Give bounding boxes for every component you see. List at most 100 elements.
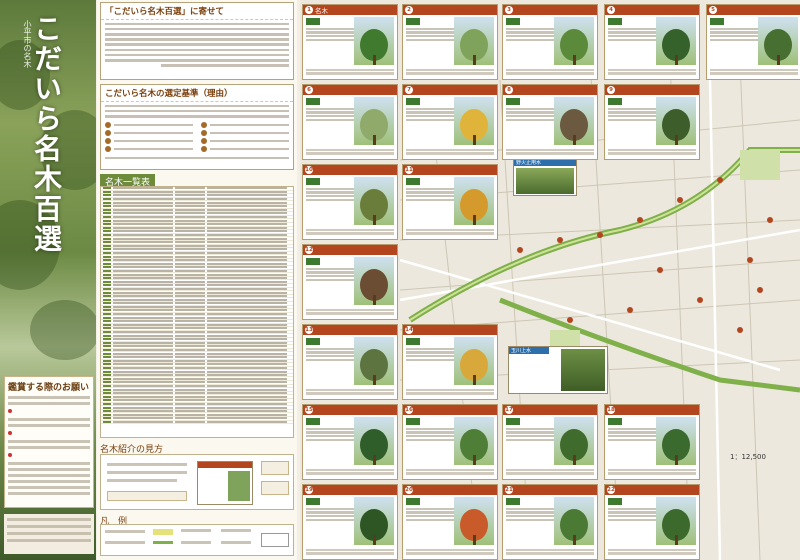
tree-card[interactable]: 21 [502, 484, 598, 560]
card-number: 4 [607, 6, 615, 14]
criteria-box: こだいら名木の選定基準（理由） [100, 84, 294, 170]
tree-photo [354, 257, 394, 305]
inset-label-2: 玉川上水 [509, 347, 549, 354]
card-header: 17 [503, 405, 597, 415]
tree-card[interactable]: 19 [302, 484, 398, 560]
tree-card[interactable]: 2 [402, 4, 498, 80]
inset-label: 野火止用水 [514, 159, 576, 166]
card-title: 名木 [315, 7, 328, 15]
card-header: 4 [605, 5, 699, 15]
card-header: 2 [403, 5, 497, 15]
card-number: 14 [405, 326, 413, 334]
tree-photo [554, 17, 594, 65]
map-legend [100, 524, 294, 556]
card-number: 6 [305, 86, 313, 94]
card-number: 2 [405, 6, 413, 14]
tree-card[interactable]: 8 [502, 84, 598, 160]
card-header: 9 [605, 85, 699, 95]
card-header: 13 [303, 325, 397, 335]
inset-photo-tamagawa: 玉川上水 [508, 346, 608, 394]
tree-card[interactable]: 17 [502, 404, 598, 480]
card-header: 7 [403, 85, 497, 95]
tree-card[interactable]: 4 [604, 4, 700, 80]
card-number: 10 [305, 166, 313, 174]
tree-photo [454, 97, 494, 145]
tree-card[interactable]: 7 [402, 84, 498, 160]
notice-heading: 鑑賞する際のお願い [8, 383, 90, 393]
card-number: 19 [305, 486, 313, 494]
inset-photo-nobidome: 野火止用水 [513, 158, 577, 196]
card-number: 13 [305, 326, 313, 334]
card-tag [306, 98, 321, 105]
tree-list-table [100, 186, 294, 438]
tree-card[interactable]: 22 [604, 484, 700, 560]
card-tag [306, 178, 321, 185]
card-number: 20 [405, 486, 413, 494]
card-number: 12 [305, 246, 313, 254]
tree-photo [454, 337, 494, 385]
card-tag [506, 98, 521, 105]
card-tag [306, 258, 321, 265]
banner-title: こだいら名木百選 [30, 14, 63, 254]
card-header: 14 [403, 325, 497, 335]
card-header: 3 [503, 5, 597, 15]
tree-card[interactable]: 18 [604, 404, 700, 480]
tree-photo [354, 17, 394, 65]
tree-photo [354, 417, 394, 465]
tree-card[interactable]: 20 [402, 484, 498, 560]
card-header: 11 [403, 165, 497, 175]
card-number: 21 [505, 486, 513, 494]
sample-card [197, 461, 253, 505]
map-scale: 1：12,500 [730, 453, 766, 461]
tree-card[interactable]: 14 [402, 324, 498, 400]
card-tag [506, 418, 521, 425]
tree-photo [454, 497, 494, 545]
tree-card[interactable]: 1 名木 [302, 4, 398, 80]
bullet-icon [8, 453, 12, 457]
card-tag [406, 178, 421, 185]
tree-card[interactable]: 13 [302, 324, 398, 400]
tree-photo [354, 177, 394, 225]
card-number: 1 [305, 6, 313, 14]
card-header: 21 [503, 485, 597, 495]
tree-photo [758, 17, 798, 65]
card-header: 20 [403, 485, 497, 495]
tree-card[interactable]: 12 [302, 244, 398, 320]
card-number: 11 [405, 166, 413, 174]
criteria-heading: こだいら名木の選定基準（理由） [101, 85, 293, 102]
bullet-icon [8, 409, 12, 413]
tree-card[interactable]: 10 [302, 164, 398, 240]
card-header: 16 [403, 405, 497, 415]
card-tag [306, 418, 321, 425]
tree-card[interactable]: 11 [402, 164, 498, 240]
card-header: 6 [303, 85, 397, 95]
tree-card[interactable]: 9 [604, 84, 700, 160]
tree-card[interactable]: 3 [502, 4, 598, 80]
card-tag [608, 418, 623, 425]
tree-card[interactable]: 15 [302, 404, 398, 480]
tree-photo [554, 417, 594, 465]
tree-card[interactable]: 6 [302, 84, 398, 160]
notice-footer-text [4, 514, 94, 554]
card-tag [406, 98, 421, 105]
card-header: 8 [503, 85, 597, 95]
card-tag [406, 498, 421, 505]
card-number: 22 [607, 486, 615, 494]
card-header: 18 [605, 405, 699, 415]
card-number: 18 [607, 406, 615, 414]
card-tag [406, 18, 421, 25]
tree-photo [554, 497, 594, 545]
card-tag [306, 18, 321, 25]
tree-card[interactable]: 5 [706, 4, 800, 80]
tree-photo [656, 97, 696, 145]
card-tag [306, 498, 321, 505]
tree-photo [454, 17, 494, 65]
card-number: 9 [607, 86, 615, 94]
card-tag [608, 18, 623, 25]
tree-photo [656, 417, 696, 465]
card-header: 1 名木 [303, 5, 397, 15]
tree-photo [454, 177, 494, 225]
tree-card[interactable]: 16 [402, 404, 498, 480]
card-number: 7 [405, 86, 413, 94]
card-tag [506, 498, 521, 505]
